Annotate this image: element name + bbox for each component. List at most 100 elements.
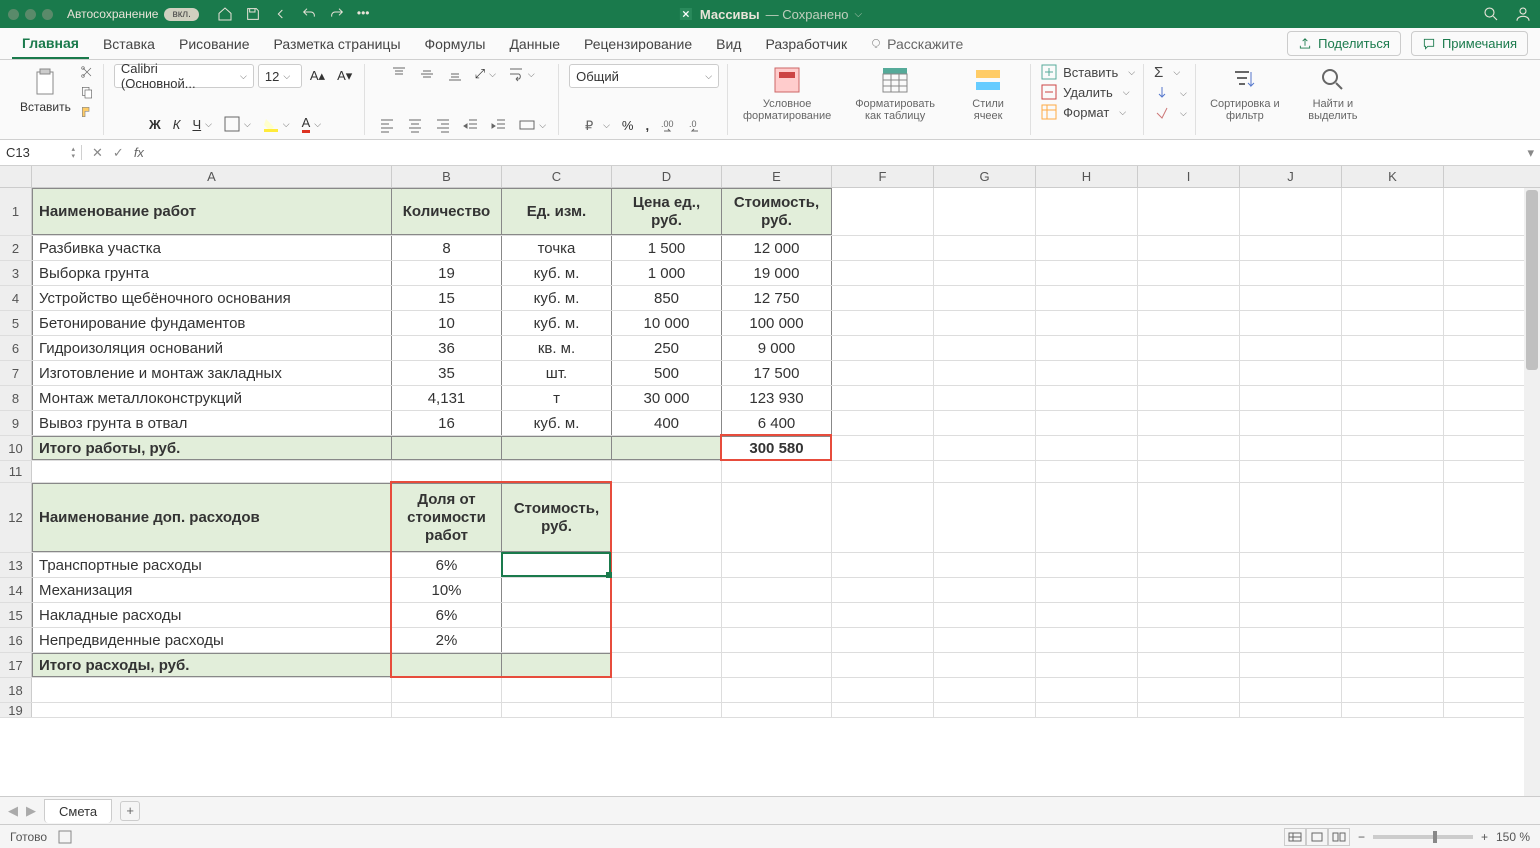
cell[interactable] <box>934 188 1036 235</box>
cell[interactable]: 35 <box>392 361 502 385</box>
col-header[interactable]: K <box>1342 166 1444 187</box>
cell[interactable] <box>1036 236 1138 260</box>
cell[interactable] <box>392 653 502 677</box>
cell[interactable] <box>1036 578 1138 602</box>
font-name-select[interactable]: Calibri (Основной...⌵ <box>114 64 254 88</box>
search-icon[interactable] <box>1482 5 1500 23</box>
sheet-tab[interactable]: Смета <box>44 799 112 823</box>
cell[interactable] <box>832 361 934 385</box>
save-icon[interactable] <box>245 6 261 22</box>
tab-view[interactable]: Вид <box>706 30 751 58</box>
chevron-down-icon[interactable]: ⌵ <box>855 9 863 20</box>
row-header[interactable]: 14 <box>0 578 32 602</box>
expand-formula-icon[interactable]: ▾ <box>1521 145 1540 161</box>
cell[interactable] <box>1138 236 1240 260</box>
cell[interactable] <box>1138 311 1240 335</box>
cell[interactable]: куб. м. <box>502 311 612 335</box>
cell[interactable] <box>1036 553 1138 577</box>
cell[interactable] <box>1342 653 1444 677</box>
underline-button[interactable]: Ч⌵ <box>188 115 216 134</box>
cell[interactable] <box>1342 603 1444 627</box>
autosum-button[interactable]: Σ⌵ <box>1154 64 1187 81</box>
cell[interactable]: 9 000 <box>722 336 832 360</box>
cell[interactable] <box>32 703 392 717</box>
cell[interactable] <box>502 578 612 602</box>
cell[interactable] <box>612 603 722 627</box>
cell[interactable]: Накладные расходы <box>32 603 392 627</box>
increase-decimal-icon[interactable]: .00 <box>657 115 681 135</box>
cell[interactable] <box>1138 261 1240 285</box>
cell[interactable]: Устройство щебёночного основания <box>32 286 392 310</box>
cell[interactable] <box>934 483 1036 552</box>
copy-icon[interactable] <box>79 84 95 100</box>
col-header[interactable]: A <box>32 166 392 187</box>
col-header[interactable]: G <box>934 166 1036 187</box>
accessibility-icon[interactable] <box>57 829 73 845</box>
cell[interactable] <box>722 553 832 577</box>
cell[interactable] <box>1036 461 1138 482</box>
cell[interactable] <box>32 678 392 702</box>
cell[interactable] <box>1240 678 1342 702</box>
cell[interactable] <box>1240 603 1342 627</box>
fx-icon[interactable]: fx <box>134 145 144 161</box>
autosave[interactable]: Автосохранение вкл. <box>67 7 199 21</box>
row-header[interactable]: 15 <box>0 603 32 627</box>
cell[interactable]: 12 750 <box>722 286 832 310</box>
cell[interactable] <box>392 703 502 717</box>
cell[interactable]: 1 000 <box>612 261 722 285</box>
sort-filter-button[interactable]: Сортировка и фильтр <box>1206 64 1284 124</box>
decrease-decimal-icon[interactable]: .0 <box>685 115 709 135</box>
user-icon[interactable] <box>1514 5 1532 23</box>
cell[interactable]: куб. м. <box>502 286 612 310</box>
decrease-indent-icon[interactable] <box>459 115 483 135</box>
cell[interactable]: Наименование работ <box>32 188 392 235</box>
insert-cells-button[interactable]: Вставить⌵ <box>1041 64 1135 80</box>
cell[interactable] <box>502 436 612 460</box>
vertical-scrollbar[interactable] <box>1524 188 1540 796</box>
cell[interactable] <box>1138 578 1240 602</box>
row-header[interactable]: 7 <box>0 361 32 385</box>
cell[interactable] <box>1036 483 1138 552</box>
cell[interactable] <box>1036 286 1138 310</box>
tab-insert[interactable]: Вставка <box>93 30 165 58</box>
row-header[interactable]: 1 <box>0 188 32 235</box>
cell[interactable] <box>1342 461 1444 482</box>
row-header[interactable]: 10 <box>0 436 32 460</box>
cell[interactable]: 16 <box>392 411 502 435</box>
worksheet[interactable]: ABCDEFGHIJK 1Наименование работКоличеств… <box>0 166 1540 796</box>
cell[interactable] <box>934 553 1036 577</box>
border-button[interactable]: ⌵ <box>220 114 255 134</box>
cell[interactable] <box>832 336 934 360</box>
italic-button[interactable]: К <box>169 115 185 134</box>
select-all-corner[interactable] <box>0 166 32 187</box>
cell[interactable] <box>502 461 612 482</box>
align-left-icon[interactable] <box>375 115 399 135</box>
cell[interactable] <box>1138 653 1240 677</box>
cell[interactable] <box>1138 703 1240 717</box>
cell[interactable]: 300 580 <box>722 436 832 460</box>
cell[interactable] <box>1036 361 1138 385</box>
cell[interactable] <box>722 653 832 677</box>
cell[interactable]: Транспортные расходы <box>32 553 392 577</box>
cell[interactable] <box>1240 361 1342 385</box>
cell[interactable] <box>832 461 934 482</box>
cell[interactable]: Гидроизоляция оснований <box>32 336 392 360</box>
cell[interactable] <box>722 603 832 627</box>
cell[interactable] <box>1036 411 1138 435</box>
cond-format-button[interactable]: Условное форматирование <box>738 64 836 124</box>
cell[interactable] <box>832 483 934 552</box>
cell[interactable] <box>1036 386 1138 410</box>
cancel-formula-icon[interactable]: ✕ <box>92 145 103 161</box>
cell[interactable] <box>1138 336 1240 360</box>
cell[interactable] <box>1342 188 1444 235</box>
cell[interactable]: Итого работы, руб. <box>32 436 392 460</box>
cell[interactable] <box>934 336 1036 360</box>
font-color-button[interactable]: A⌵ <box>298 113 326 135</box>
increase-indent-icon[interactable] <box>487 115 511 135</box>
cell[interactable]: 6 400 <box>722 411 832 435</box>
cell[interactable] <box>1036 261 1138 285</box>
align-bottom-icon[interactable] <box>443 64 467 84</box>
paste-button[interactable]: Вставить <box>16 64 75 116</box>
delete-cells-button[interactable]: Удалить⌵ <box>1041 84 1135 100</box>
cell[interactable] <box>612 553 722 577</box>
